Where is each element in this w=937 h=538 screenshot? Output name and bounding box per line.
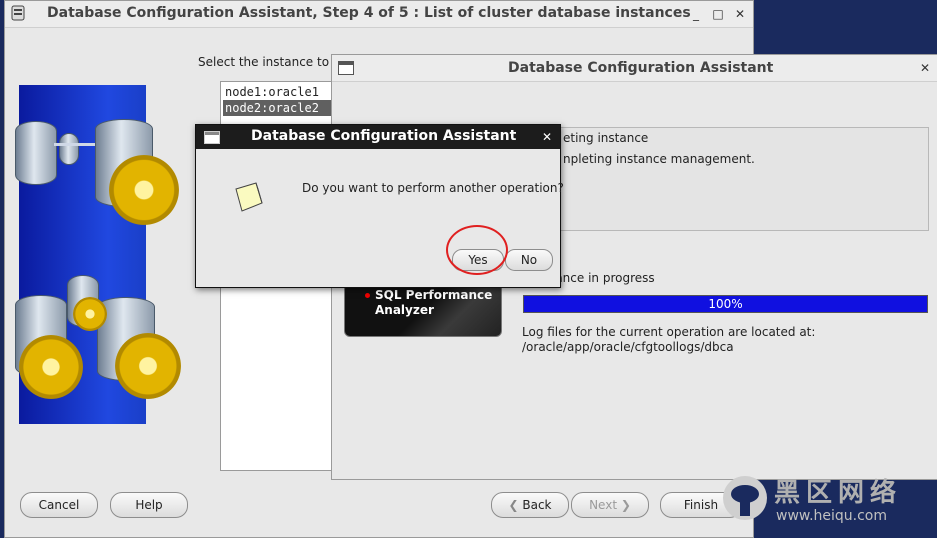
highlight-circle [446,225,508,275]
maximize-icon[interactable]: □ [710,6,726,22]
back-button[interactable]: ❮ Back [491,492,569,518]
promo-line-2: Analyzer [375,303,434,317]
watermark: 黑区网络 www.heiqu.com [702,470,932,532]
step-text-1: eting instance [563,131,649,145]
next-label: Next [589,498,618,512]
back-label: Back [522,498,552,512]
close-icon[interactable]: ✕ [917,60,933,76]
minimize-icon[interactable]: _ [688,6,704,22]
main-title-bar: Database Configuration Assistant, Step 4… [5,1,753,28]
log-location-label: Log files for the current operation are … [522,325,816,339]
watermark-text: 黑区网络 [774,478,903,508]
log-location-path: /oracle/app/oracle/cfgtoollogs/dbca [522,340,734,354]
progress-title-bar: Database Configuration Assistant ✕ [332,55,937,82]
dialog-title-bar: Database Configuration Assistant ✕ [196,125,560,149]
list-item[interactable]: node1:oracle1 [223,84,337,100]
close-icon[interactable]: ✕ [732,6,748,22]
close-icon[interactable]: ✕ [539,129,555,145]
app-icon [11,5,25,21]
next-button[interactable]: Next ❯ [571,492,649,518]
instance-prompt: Select the instance to c [198,55,340,69]
dialog-question: Do you want to perform another operation… [302,181,564,195]
chevron-left-icon: ❮ [508,498,523,512]
no-button[interactable]: No [505,249,553,271]
step-text-2: npleting instance management. [563,152,755,166]
list-item-selected[interactable]: node2:oracle2 [223,100,337,116]
progress-bar: 100% [523,295,928,313]
progress-bar-text: 100% [708,297,743,311]
chevron-right-icon: ❯ [617,498,631,512]
illustration-panel [15,85,181,424]
watermark-logo-icon [722,472,768,527]
window-menu-icon[interactable] [204,131,220,144]
main-window-title: Database Configuration Assistant, Step 4… [47,5,691,21]
note-icon [232,181,264,216]
progress-window-title: Database Configuration Assistant [508,60,774,76]
promo-line-1: SQL Performance [375,288,493,302]
help-button[interactable]: Help [110,492,188,518]
sql-performance-analyzer-banner: SQL Performance Analyzer [344,283,502,337]
steps-panel: eting instance npleting instance managem… [522,127,929,231]
dialog-title: Database Configuration Assistant [251,128,517,144]
watermark-url: www.heiqu.com [776,508,888,524]
confirm-dialog: Database Configuration Assistant ✕ Do yo… [195,124,564,288]
window-menu-icon[interactable] [338,61,354,75]
cancel-button[interactable]: Cancel [20,492,98,518]
red-dot-icon [365,293,370,298]
